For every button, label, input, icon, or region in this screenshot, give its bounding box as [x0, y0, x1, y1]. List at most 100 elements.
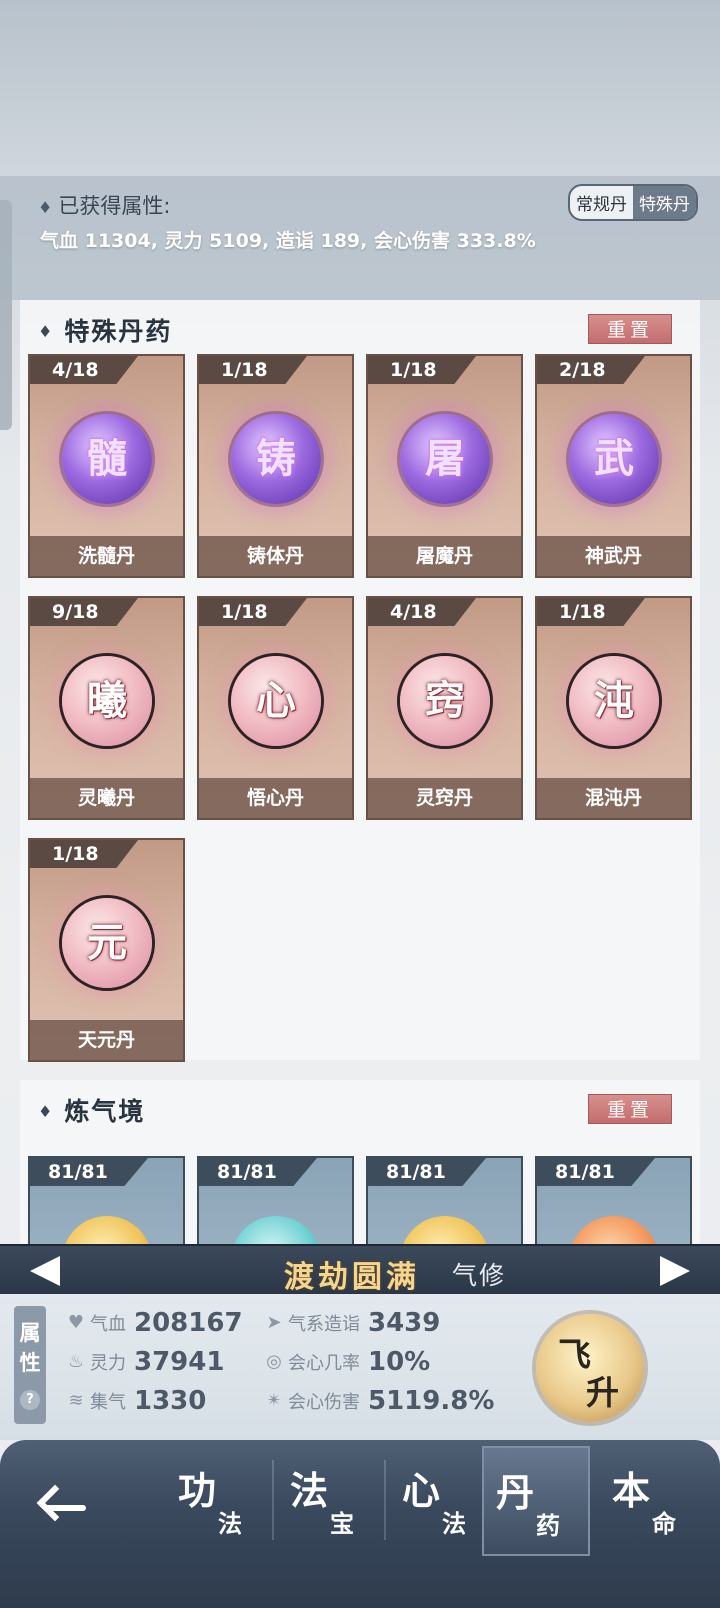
pill-orb-icon: [400, 1216, 490, 1244]
nav-tab-main-char: 功: [178, 1469, 217, 1513]
stat-crit-rate: ◎ 会心几率 10%: [262, 1347, 430, 1377]
special-pill-card[interactable]: 1/18 元天元丹: [28, 838, 185, 1062]
special-pill-card[interactable]: 1/18 铸铸体丹: [197, 354, 354, 578]
pill-glyph: 元: [87, 920, 127, 966]
pill-count: 1/18: [30, 840, 138, 868]
pill-orb-icon: 心: [231, 656, 321, 746]
nav-tab-sub-char: 法: [218, 1510, 242, 1538]
nav-tab-sub-char: 命: [652, 1510, 676, 1538]
pill-name: 屠魔丹: [368, 536, 521, 576]
heart-icon: ♥: [67, 1312, 85, 1333]
pill-count: 1/18: [199, 598, 307, 626]
wind-icon: ➤: [266, 1312, 282, 1333]
stat-jiqi: ≋ 集气 1330: [64, 1386, 206, 1416]
pill-orb-icon: [569, 1216, 659, 1244]
nav-tab-3[interactable]: 丹药: [482, 1446, 590, 1556]
reset-special-button[interactable]: 重置: [588, 314, 672, 344]
nav-tab-main-char: 丹: [496, 1471, 535, 1515]
diamond-icon: ♦: [38, 1102, 55, 1121]
nav-tab-sub-char: 药: [536, 1512, 560, 1540]
pill-type-toggle: 常规丹 特殊丹: [568, 184, 698, 221]
pill-orb-icon: 屠: [400, 414, 490, 504]
realm-name: 渡劫圆满: [284, 1260, 420, 1295]
pill-count: 2/18: [537, 356, 645, 384]
stat-jiqi-label: 集气: [90, 1392, 126, 1413]
pill-count: 4/18: [368, 598, 476, 626]
acquired-values: 气血 11304, 灵力 5109, 造诣 189, 会心伤害 333.8%: [40, 230, 536, 252]
stat-lingli-value: 37941: [134, 1347, 225, 1377]
qi-pill-card[interactable]: 81/81: [366, 1156, 523, 1244]
burst-icon: ✴: [266, 1390, 282, 1411]
nav-tab-sub-char: 宝: [330, 1510, 354, 1538]
stat-qixue-label: 气血: [90, 1314, 126, 1335]
stat-crit-rate-value: 10%: [368, 1347, 431, 1377]
special-pill-card[interactable]: 4/18 髓洗髓丹: [28, 354, 185, 578]
realm-type: 气修: [452, 1261, 507, 1290]
stat-qixue: ♥ 气血 208167: [64, 1308, 243, 1338]
nav-tab-main-char: 法: [290, 1469, 329, 1513]
ascend-button[interactable]: 飞 升: [536, 1314, 644, 1422]
qi-pill-card[interactable]: 81/81: [28, 1156, 185, 1244]
stat-crit-dmg-label: 会心伤害: [288, 1392, 360, 1413]
help-icon[interactable]: ?: [20, 1390, 40, 1410]
pill-count: 81/81: [537, 1158, 655, 1186]
special-pill-card[interactable]: 1/18 沌混沌丹: [535, 596, 692, 820]
pill-name: 灵窍丹: [368, 778, 521, 818]
target-icon: ◎: [266, 1351, 282, 1372]
pill-name: 灵曦丹: [30, 778, 183, 818]
pill-count: 1/18: [199, 356, 307, 384]
pill-glyph: 髓: [87, 436, 127, 482]
special-pill-card[interactable]: 2/18 武神武丹: [535, 354, 692, 578]
diamond-icon: ♦: [38, 322, 55, 341]
pill-orb-icon: [231, 1216, 321, 1244]
pill-name: 天元丹: [30, 1020, 183, 1060]
pill-glyph: 沌: [594, 678, 634, 724]
nav-tab-0[interactable]: 功法: [166, 1446, 274, 1556]
attributes-tab[interactable]: 属性 ?: [14, 1306, 46, 1424]
pill-orb-icon: 铸: [231, 414, 321, 504]
acquired-title-text: 已获得属性:: [58, 194, 171, 218]
flame-icon: ♨: [67, 1351, 85, 1372]
reset-qi-button[interactable]: 重置: [588, 1094, 672, 1124]
nav-tab-main-char: 心: [402, 1469, 441, 1513]
special-pill-card[interactable]: 4/18 窍灵窍丹: [366, 596, 523, 820]
pill-count: 1/18: [537, 598, 645, 626]
stat-zaoyi-value: 3439: [368, 1308, 441, 1338]
back-arrow-icon[interactable]: [34, 1484, 88, 1528]
qi-section-title: ♦ 炼气境: [38, 1092, 145, 1128]
stat-qixue-value: 208167: [134, 1308, 243, 1338]
toggle-regular-pill[interactable]: 常规丹: [570, 186, 633, 219]
nav-tab-1[interactable]: 法宝: [278, 1446, 386, 1556]
next-realm-arrow-icon[interactable]: [660, 1256, 690, 1286]
special-section-title: ♦ 特殊丹药: [38, 312, 172, 348]
nav-tab-main-char: 本: [612, 1469, 651, 1513]
pill-glyph: 窍: [425, 678, 465, 724]
nav-tab-4[interactable]: 本命: [600, 1446, 708, 1556]
stat-zaoyi-label: 气系造诣: [288, 1314, 360, 1335]
nav-separator: [384, 1460, 386, 1540]
realm-bar: 渡劫圆满 气修: [0, 1244, 720, 1295]
stat-lingli-label: 灵力: [90, 1353, 126, 1374]
toggle-special-pill[interactable]: 特殊丹: [633, 186, 696, 219]
pill-name: 铸体丹: [199, 536, 352, 576]
nav-tab-sub-char: 法: [442, 1510, 466, 1538]
special-pill-card[interactable]: 1/18 心悟心丹: [197, 596, 354, 820]
stat-crit-dmg: ✴ 会心伤害 5119.8%: [262, 1386, 494, 1416]
pill-orb-icon: 沌: [569, 656, 659, 746]
bottom-nav: 功法法宝心法丹药本命: [0, 1440, 720, 1608]
qi-pill-card[interactable]: 81/81: [535, 1156, 692, 1244]
special-pill-card[interactable]: 1/18 屠屠魔丹: [366, 354, 523, 578]
pill-orb-icon: 武: [569, 414, 659, 504]
prev-realm-arrow-icon[interactable]: [30, 1256, 60, 1286]
pill-glyph: 铸: [256, 436, 296, 482]
qi-pill-card[interactable]: 81/81: [197, 1156, 354, 1244]
pill-glyph: 屠: [425, 436, 465, 482]
pill-count: 81/81: [368, 1158, 486, 1186]
diamond-icon: ♦: [38, 198, 53, 217]
back-arrow-shaft: [44, 1505, 86, 1511]
acquired-attributes-panel: ♦ 已获得属性: 气血 11304, 灵力 5109, 造诣 189, 会心伤害 …: [0, 176, 720, 300]
stat-crit-rate-label: 会心几率: [288, 1353, 360, 1374]
special-pill-card[interactable]: 9/18 曦灵曦丹: [28, 596, 185, 820]
pill-glyph: 心: [256, 678, 296, 724]
stat-crit-dmg-value: 5119.8%: [368, 1386, 495, 1416]
